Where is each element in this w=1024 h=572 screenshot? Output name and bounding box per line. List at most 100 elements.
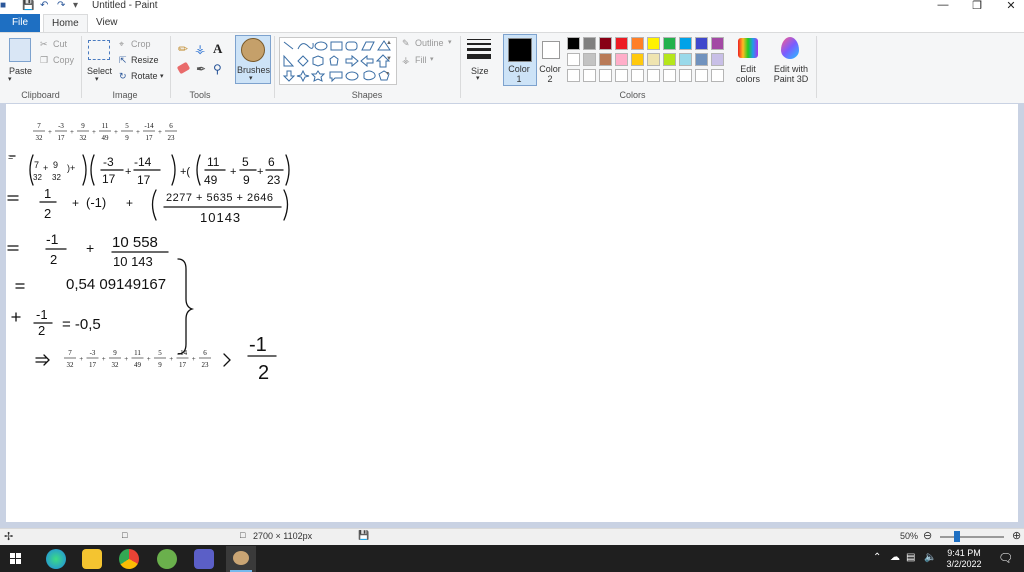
palette-swatch[interactable] xyxy=(631,53,644,66)
palette-swatch[interactable] xyxy=(679,37,692,50)
palette-swatch[interactable] xyxy=(647,37,660,50)
shapes-scroll-up-icon[interactable]: ▲ xyxy=(386,40,392,46)
palette-swatch[interactable] xyxy=(567,69,580,82)
palette-swatch[interactable] xyxy=(695,37,708,50)
pencil-icon[interactable]: ✏ xyxy=(178,42,188,56)
separator xyxy=(170,36,171,98)
shapes-gallery[interactable] xyxy=(279,37,397,85)
tools-group-label: Tools xyxy=(189,90,211,100)
paste-icon[interactable] xyxy=(9,38,31,62)
shapes-expand-icon[interactable]: ▾ xyxy=(386,70,389,77)
tab-file[interactable]: File xyxy=(0,14,40,32)
zoom-out-button[interactable]: ⊖ xyxy=(923,529,932,542)
size-dropdown-icon[interactable]: ▾ xyxy=(476,74,480,82)
app-icon[interactable] xyxy=(157,549,177,569)
palette-swatch[interactable] xyxy=(631,69,644,82)
volume-icon[interactable]: 🔈 xyxy=(924,552,936,563)
network-icon[interactable]: ▤ xyxy=(906,552,915,563)
palette-swatch[interactable] xyxy=(615,37,628,50)
color2-swatch[interactable] xyxy=(542,41,560,59)
svg-text:32: 32 xyxy=(52,173,61,182)
brushes-dropdown-icon[interactable]: ▾ xyxy=(249,74,253,82)
outline-dropdown-icon[interactable]: ▾ xyxy=(448,38,452,46)
palette-swatch[interactable] xyxy=(615,69,628,82)
palette-swatch[interactable] xyxy=(663,69,676,82)
show-hidden-icons-icon[interactable]: ⌃ xyxy=(873,552,881,563)
edit-with-paint3d-button[interactable]: Edit with Paint 3D xyxy=(770,64,812,84)
svg-text:6: 6 xyxy=(268,155,275,169)
maximize-button[interactable]: ❐ xyxy=(962,0,992,12)
palette-swatch[interactable] xyxy=(583,37,596,50)
magnifier-icon[interactable]: ⚲ xyxy=(213,62,222,76)
zoom-slider-track[interactable] xyxy=(940,536,1004,538)
palette-swatch[interactable] xyxy=(679,53,692,66)
svg-text:-14: -14 xyxy=(134,155,152,169)
clock[interactable]: 9:41 PM 3/2/2022 xyxy=(944,548,984,570)
paste-button[interactable]: Paste xyxy=(9,66,32,76)
text-tool-icon[interactable]: A xyxy=(213,41,222,57)
palette-swatch[interactable] xyxy=(599,69,612,82)
customize-quick-access-icon[interactable]: ▾ xyxy=(73,0,78,11)
paint-taskbar-button[interactable] xyxy=(226,546,256,572)
rotate-dropdown-icon[interactable]: ▾ xyxy=(160,72,164,80)
fill-button[interactable]: Fill xyxy=(415,55,427,65)
tab-home[interactable]: Home xyxy=(43,14,88,33)
minimize-button[interactable]: — xyxy=(928,0,958,12)
palette-swatch[interactable] xyxy=(663,37,676,50)
palette-swatch[interactable] xyxy=(583,69,596,82)
redo-icon[interactable]: ↷ xyxy=(57,0,65,11)
tab-view[interactable]: View xyxy=(88,14,126,32)
shapes-scroll-down-icon[interactable]: ▼ xyxy=(386,56,392,62)
select-dropdown-icon[interactable]: ▾ xyxy=(95,75,99,83)
palette-swatch[interactable] xyxy=(583,53,596,66)
palette-swatch[interactable] xyxy=(647,53,660,66)
palette-swatch[interactable] xyxy=(567,37,580,50)
windows-start-icon[interactable] xyxy=(10,553,22,565)
palette-swatch[interactable] xyxy=(695,53,708,66)
chrome-icon[interactable] xyxy=(119,549,139,569)
onedrive-icon[interactable]: ☁ xyxy=(890,552,900,563)
color-picker-icon[interactable]: ✒ xyxy=(196,62,206,76)
palette-swatch[interactable] xyxy=(631,37,644,50)
palette-swatch[interactable] xyxy=(679,69,692,82)
palette-swatch[interactable] xyxy=(695,69,708,82)
palette-swatch[interactable] xyxy=(599,53,612,66)
palette-swatch[interactable] xyxy=(599,37,612,50)
crop-button[interactable]: Crop xyxy=(131,39,151,49)
drawing-canvas[interactable]: 7 32 + -3 17 +9 32 +11 49 +5 9 + -14 17 +6 23 xyxy=(6,104,1018,522)
fraction-numerator: 6 xyxy=(203,349,207,357)
palette-swatch[interactable] xyxy=(615,53,628,66)
cut-button[interactable]: Cut xyxy=(53,39,67,49)
undo-icon[interactable]: ↶ xyxy=(40,0,48,11)
svg-text:2: 2 xyxy=(44,206,51,221)
file-explorer-icon[interactable] xyxy=(82,549,102,569)
teams-icon[interactable] xyxy=(194,549,214,569)
zoom-slider-thumb[interactable] xyxy=(954,531,960,542)
outline-button[interactable]: Outline xyxy=(415,38,444,48)
palette-swatch[interactable] xyxy=(711,37,724,50)
fill-icon[interactable]: ⚶ xyxy=(195,42,205,56)
select-button[interactable]: Select xyxy=(87,66,112,76)
resize-button[interactable]: Resize xyxy=(131,55,159,65)
zoom-in-button[interactable]: ⊕ xyxy=(1012,529,1021,542)
palette-swatch[interactable] xyxy=(647,69,660,82)
paint-taskbar-icon xyxy=(233,551,249,565)
edit-colors-button[interactable]: Edit colors xyxy=(734,64,762,84)
close-button[interactable]: ✕ xyxy=(996,0,1024,12)
fill-dropdown-icon[interactable]: ▾ xyxy=(430,55,434,63)
separator xyxy=(460,36,461,98)
copy-button[interactable]: Copy xyxy=(53,55,74,65)
rotate-button[interactable]: Rotate xyxy=(131,71,158,81)
palette-swatch[interactable] xyxy=(711,69,724,82)
edge-browser-icon[interactable] xyxy=(46,549,66,569)
paste-dropdown-icon[interactable]: ▾ xyxy=(8,75,12,83)
palette-swatch[interactable] xyxy=(711,53,724,66)
select-icon[interactable] xyxy=(88,40,110,60)
notifications-icon[interactable]: 🗨 xyxy=(998,551,1013,565)
fraction-numerator: 11 xyxy=(134,349,141,357)
palette-swatch[interactable] xyxy=(567,53,580,66)
palette-swatch[interactable] xyxy=(663,53,676,66)
size-icon[interactable] xyxy=(467,39,491,59)
svg-text:17: 17 xyxy=(102,172,116,186)
save-icon[interactable]: 💾 xyxy=(22,0,34,11)
